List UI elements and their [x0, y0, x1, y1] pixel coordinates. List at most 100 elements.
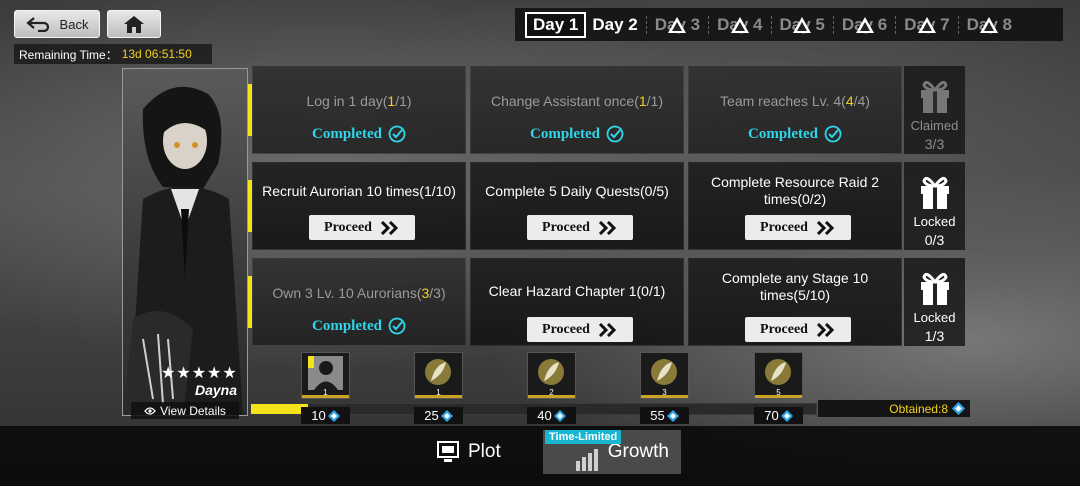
task-card: Complete Resource Raid 2 times(0/2) Proc…	[688, 162, 902, 250]
proceed-button[interactable]: Proceed	[745, 215, 851, 240]
milestone-points: 40	[527, 407, 576, 424]
tab-day-4[interactable]: Day 4	[711, 12, 768, 38]
back-arrow-icon	[25, 17, 49, 32]
feather-item-icon	[765, 359, 791, 385]
tab-day-8[interactable]: Day 8	[961, 12, 1018, 38]
completed-label: Completed	[748, 125, 818, 142]
tab-day-2-label: Day 2	[592, 14, 638, 34]
double-chevron-right-icon	[816, 220, 835, 235]
milestone-points: 55	[640, 407, 689, 424]
lock-triangle-icon	[980, 16, 999, 33]
point-diamond-icon	[440, 409, 453, 422]
milestone-points-value: 25	[424, 408, 439, 423]
check-circle-icon	[388, 125, 406, 143]
tab-day-1[interactable]: Day 1	[525, 11, 587, 38]
milestone-reward[interactable]: 1 25	[414, 352, 463, 424]
check-circle-icon	[606, 125, 624, 143]
proceed-label: Proceed	[542, 219, 590, 235]
lock-triangle-icon	[917, 16, 936, 33]
check-circle-icon	[388, 317, 406, 335]
milestone-points: 70	[754, 407, 803, 424]
tab-growth-label: Growth	[607, 441, 669, 462]
view-details-label: View Details	[160, 403, 226, 418]
feather-item-icon	[538, 359, 564, 385]
lock-triangle-icon	[855, 16, 874, 33]
task-text: Complete any Stage 10 times(5/10)	[721, 270, 869, 303]
proceed-button[interactable]: Proceed	[527, 317, 633, 342]
task-row-3: Own 3 Lv. 10 Aurorians(3/3) Completed Cl…	[248, 258, 965, 348]
milestone-item: 1	[301, 352, 350, 399]
milestone-reward[interactable]: 3 55	[640, 352, 689, 424]
task-card: Own 3 Lv. 10 Aurorians(3/3) Completed	[252, 258, 466, 346]
double-chevron-right-icon	[816, 322, 835, 337]
task-card: Recruit Aurorian 10 times(1/10) Proceed	[252, 162, 466, 250]
reward-status: Locked	[913, 310, 956, 325]
milestone-item: 2	[527, 352, 576, 399]
feather-item-icon	[651, 359, 677, 385]
obtained-label: Obtained:8	[889, 401, 948, 416]
gift-box-icon	[921, 272, 949, 305]
remaining-value: 13d 06:51:50	[121, 47, 192, 61]
milestone-reward[interactable]: 5 70	[754, 352, 803, 424]
point-diamond-icon	[780, 409, 793, 422]
row-reward[interactable]: Claimed 3/3	[904, 66, 965, 154]
task-text: Team reaches Lv. 4(4/4)	[720, 92, 870, 109]
progress-fill	[251, 404, 308, 414]
double-chevron-right-icon	[598, 322, 617, 337]
tab-day-5[interactable]: Day 5	[774, 12, 831, 38]
task-row-1: Log in 1 day(1/1) Completed Change Assis…	[248, 66, 965, 156]
double-chevron-right-icon	[598, 220, 617, 235]
milestone-item: 3	[640, 352, 689, 399]
tab-day-7[interactable]: Day 7	[898, 12, 955, 38]
time-limited-badge: Time-Limited	[545, 430, 622, 444]
tab-plot-label: Plot	[468, 441, 501, 462]
tab-plot[interactable]: Plot	[436, 430, 501, 474]
completed-status: Completed	[689, 125, 901, 143]
task-text: Own 3 Lv. 10 Aurorians(3/3)	[272, 284, 446, 301]
home-button[interactable]	[107, 10, 161, 38]
reward-count: 0/3	[924, 232, 945, 248]
back-label: Back	[59, 16, 89, 32]
task-card: Clear Hazard Chapter 1(0/1) Proceed	[470, 258, 684, 346]
point-diamond-icon	[952, 402, 965, 415]
task-text: Complete 5 Daily Quests(0/5)	[485, 182, 669, 199]
feather-item-icon	[425, 359, 451, 385]
milestone-points: 25	[414, 407, 463, 424]
bottom-nav-bar	[0, 426, 1080, 486]
milestone-item: 1	[414, 352, 463, 399]
task-card: Change Assistant once(1/1) Completed	[470, 66, 684, 154]
task-row-2: Recruit Aurorian 10 times(1/10) Proceed …	[248, 162, 965, 252]
tab-day-6[interactable]: Day 6	[836, 12, 893, 38]
milestone-points-value: 40	[537, 408, 552, 423]
reward-count: 3/3	[924, 136, 945, 152]
milestone-item: 5	[754, 352, 803, 399]
row-reward[interactable]: Locked 0/3	[904, 162, 965, 250]
proceed-button[interactable]: Proceed	[309, 215, 415, 240]
obtained-points: Obtained:8	[818, 400, 970, 417]
proceed-button[interactable]: Proceed	[527, 215, 633, 240]
growth-bars-icon	[575, 449, 598, 471]
remaining-label: Remaining Time：	[19, 47, 118, 62]
completed-label: Completed	[312, 317, 382, 334]
milestone-reward[interactable]: 1 10	[301, 352, 350, 424]
completed-label: Completed	[312, 125, 382, 142]
tab-day-2[interactable]: Day 2	[586, 12, 643, 38]
view-details-button[interactable]: View Details	[131, 402, 239, 419]
task-text: Clear Hazard Chapter 1(0/1)	[488, 282, 666, 299]
milestone-reward[interactable]: 2 40	[527, 352, 576, 424]
day-tabs: Day 1 Day 2 Day 3 Day 4 Day 5 Day 6 Day …	[515, 8, 1063, 41]
milestone-points-value: 70	[764, 408, 779, 423]
lock-triangle-icon	[793, 16, 812, 33]
completed-status: Completed	[253, 125, 465, 143]
proceed-label: Proceed	[760, 321, 808, 337]
completed-status: Completed	[471, 125, 683, 143]
point-diamond-icon	[553, 409, 566, 422]
reward-count: 1/3	[924, 328, 945, 344]
task-text: Change Assistant once(1/1)	[490, 92, 663, 109]
task-text: Log in 1 day(1/1)	[306, 92, 412, 109]
back-button[interactable]: Back	[14, 10, 100, 38]
character-portrait[interactable]: ★★★★★ Dayna	[122, 68, 248, 416]
tab-day-3[interactable]: Day 3	[649, 12, 706, 38]
proceed-button[interactable]: Proceed	[745, 317, 851, 342]
row-reward[interactable]: Locked 1/3	[904, 258, 965, 346]
